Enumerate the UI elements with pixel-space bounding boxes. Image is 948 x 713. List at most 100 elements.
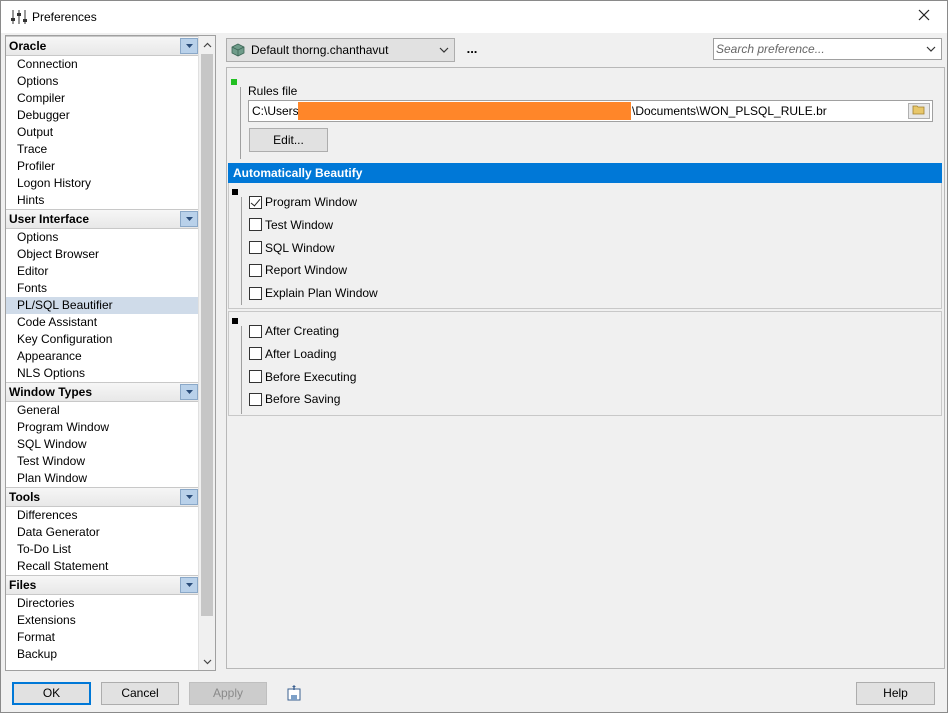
tree-item[interactable]: Hints bbox=[6, 192, 199, 209]
scroll-up-icon[interactable] bbox=[199, 36, 215, 53]
rules-file-label: Rules file bbox=[248, 84, 298, 98]
checkbox-label: Explain Plan Window bbox=[265, 286, 378, 301]
tree-item[interactable]: Compiler bbox=[6, 90, 199, 107]
checkbox-row[interactable]: SQL Window bbox=[249, 239, 335, 257]
tree-item[interactable]: Code Assistant bbox=[6, 314, 199, 331]
tree-item[interactable]: Connection bbox=[6, 56, 199, 73]
checkbox-unchecked[interactable] bbox=[249, 370, 262, 384]
save-preferences-icon[interactable] bbox=[285, 684, 303, 702]
cancel-button[interactable]: Cancel bbox=[101, 682, 179, 705]
checkbox-row[interactable]: Explain Plan Window bbox=[249, 284, 378, 302]
beautifier-settings-panel: Rules file C:\Users\ \Documents\WON_PLSQ… bbox=[226, 67, 945, 669]
edit-rules-button[interactable]: Edit... bbox=[249, 128, 328, 152]
checkbox-row[interactable]: After Creating bbox=[249, 322, 339, 340]
tree-item[interactable]: Logon History bbox=[6, 175, 199, 192]
collapse-chevron-icon[interactable] bbox=[180, 211, 198, 227]
tree-item[interactable]: Debugger bbox=[6, 107, 199, 124]
section-marker-icon bbox=[232, 318, 238, 324]
close-icon[interactable] bbox=[918, 8, 930, 26]
tree-item[interactable]: Output bbox=[6, 124, 199, 141]
checkbox-unchecked[interactable] bbox=[249, 347, 262, 361]
ok-button[interactable]: OK bbox=[12, 682, 91, 705]
collapse-chevron-icon[interactable] bbox=[180, 489, 198, 505]
checkbox-unchecked[interactable] bbox=[249, 392, 262, 406]
tree-group-header[interactable]: User Interface bbox=[6, 209, 199, 229]
help-button[interactable]: Help bbox=[856, 682, 935, 705]
chevron-down-icon[interactable] bbox=[438, 43, 450, 57]
tree-item[interactable]: NLS Options bbox=[6, 365, 199, 382]
checkbox-row[interactable]: Program Window bbox=[249, 193, 357, 211]
checkbox-label: Test Window bbox=[265, 217, 334, 232]
checkbox-unchecked[interactable] bbox=[249, 218, 262, 232]
close-button[interactable] bbox=[901, 1, 947, 33]
tree-group-label: Tools bbox=[9, 490, 41, 504]
tree-item[interactable]: Profiler bbox=[6, 158, 199, 175]
section-divider bbox=[241, 197, 242, 305]
checkbox-label: Program Window bbox=[265, 195, 358, 209]
checkbox-row[interactable]: After Loading bbox=[249, 345, 336, 363]
tree-item[interactable]: Differences bbox=[6, 507, 199, 524]
scrollbar-thumb[interactable] bbox=[201, 54, 213, 616]
tree-item[interactable]: Trace bbox=[6, 141, 199, 158]
checkbox-unchecked[interactable] bbox=[249, 263, 262, 277]
tree-item[interactable]: To-Do List bbox=[6, 541, 199, 558]
checkbox-unchecked[interactable] bbox=[249, 241, 262, 255]
tree-item[interactable]: Program Window bbox=[6, 419, 199, 436]
beautify-events-section: After Creating After Loading Before Execut… bbox=[228, 311, 942, 416]
tree-item[interactable]: Object Browser bbox=[6, 246, 199, 263]
search-preference-input[interactable] bbox=[716, 41, 916, 57]
checkbox-label: Report Window bbox=[265, 263, 348, 278]
tree-item[interactable]: Editor bbox=[6, 263, 199, 280]
checkbox-row[interactable]: Before Saving bbox=[249, 390, 340, 408]
rules-file-input[interactable]: C:\Users\ \Documents\WON_PLSQL_RULE.br bbox=[248, 100, 933, 122]
profile-select[interactable]: Default thorng.chanthavut bbox=[226, 38, 455, 62]
tree-item[interactable]: Plan Window bbox=[6, 470, 199, 487]
checkbox-unchecked[interactable] bbox=[249, 324, 262, 338]
checkbox-label: After Loading bbox=[265, 346, 337, 361]
tree-item[interactable]: Extensions bbox=[6, 612, 199, 629]
tree-item[interactable]: Fonts bbox=[6, 280, 199, 297]
preferences-window: Preferences Oracle Connection Options Compi… bbox=[0, 0, 948, 713]
tree-item[interactable]: Options bbox=[6, 73, 199, 90]
tree-group-label: Oracle bbox=[9, 39, 47, 53]
checkbox-checked[interactable] bbox=[249, 195, 262, 209]
tree-item[interactable]: Recall Statement bbox=[6, 558, 199, 575]
preferences-sliders-icon bbox=[10, 9, 28, 25]
checkbox-unchecked[interactable] bbox=[249, 286, 262, 300]
tree-group-header[interactable]: Oracle bbox=[6, 36, 199, 56]
tree-item[interactable]: General bbox=[6, 402, 199, 419]
tree-item[interactable]: Format bbox=[6, 629, 199, 646]
section-marker-icon bbox=[232, 189, 238, 195]
folder-icon[interactable] bbox=[912, 104, 926, 118]
tree-group-header[interactable]: Tools bbox=[6, 487, 199, 507]
more-options-button[interactable]: ... bbox=[464, 39, 480, 61]
collapse-chevron-icon[interactable] bbox=[180, 38, 198, 54]
tree-group-label: Files bbox=[9, 578, 37, 592]
search-preference-field[interactable] bbox=[713, 38, 942, 60]
tree-item[interactable]: Options bbox=[6, 229, 199, 246]
tree-item[interactable]: Backup bbox=[6, 646, 199, 663]
tree-item[interactable]: Data Generator bbox=[6, 524, 199, 541]
tree-item[interactable]: Appearance bbox=[6, 348, 199, 365]
collapse-chevron-icon[interactable] bbox=[180, 577, 198, 593]
tree-item[interactable]: PL/SQL Beautifier bbox=[6, 297, 199, 314]
apply-button[interactable]: Apply bbox=[189, 682, 267, 705]
tree-item[interactable]: Directories bbox=[6, 595, 199, 612]
tree-group-header[interactable]: Window Types bbox=[6, 382, 199, 402]
tree-scrollbar[interactable] bbox=[198, 36, 215, 670]
redacted-username bbox=[298, 102, 631, 120]
checkbox-row[interactable]: Report Window bbox=[249, 261, 347, 279]
collapse-chevron-icon[interactable] bbox=[180, 384, 198, 400]
browse-button[interactable] bbox=[908, 103, 930, 119]
preferences-tree: Oracle Connection Options Compiler Debugger O… bbox=[6, 36, 199, 663]
tree-item[interactable]: Test Window bbox=[6, 453, 199, 470]
checkbox-row[interactable]: Before Executing bbox=[249, 368, 356, 386]
tree-group-header[interactable]: Files bbox=[6, 575, 199, 595]
scroll-down-icon[interactable] bbox=[199, 653, 215, 670]
tree-item[interactable]: Key Configuration bbox=[6, 331, 199, 348]
tree-item[interactable]: SQL Window bbox=[6, 436, 199, 453]
beautify-windows-section: Program Window Test Window SQL Window Repor… bbox=[228, 183, 942, 309]
tree-group-label: User Interface bbox=[9, 212, 90, 226]
chevron-down-icon[interactable] bbox=[925, 42, 937, 56]
checkbox-row[interactable]: Test Window bbox=[249, 216, 333, 234]
